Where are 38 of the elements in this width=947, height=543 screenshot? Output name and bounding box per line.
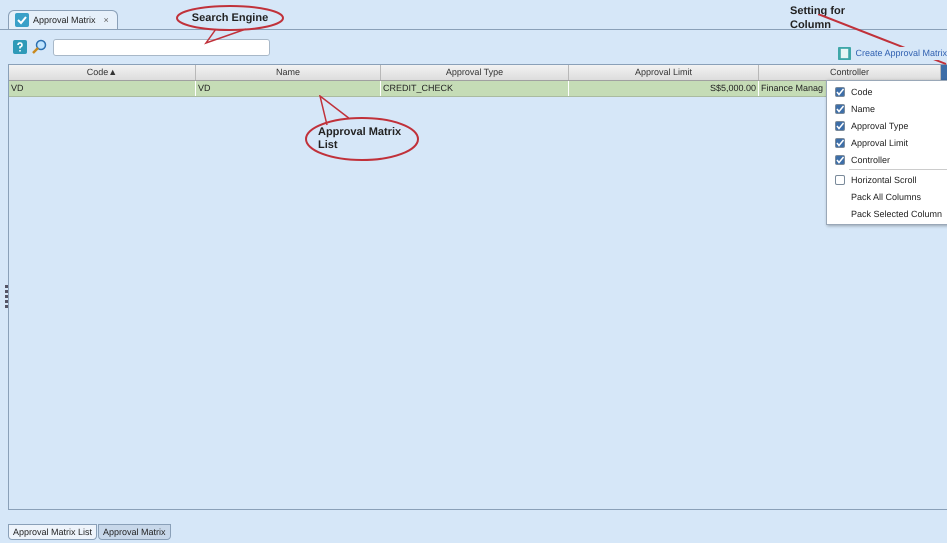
menu-item[interactable]: Name (827, 100, 947, 117)
search-icon[interactable] (31, 39, 47, 55)
column-header[interactable]: Approval Type (381, 65, 569, 80)
column-header[interactable]: Code▲ (9, 65, 196, 80)
help-icon[interactable] (13, 40, 27, 54)
column-header[interactable]: Name (196, 65, 381, 80)
bottom-tab[interactable]: Approval Matrix List (8, 524, 98, 540)
table-cell: VD (198, 83, 211, 93)
document-icon (838, 46, 852, 60)
search-field[interactable] (53, 38, 270, 56)
callout-text: Approval Matrix List (318, 126, 402, 152)
checkbox-icon[interactable] (835, 174, 845, 184)
callout-text: Search Engine (192, 12, 268, 24)
checkbox-icon[interactable] (835, 154, 845, 164)
table-cell: Finance Manag (761, 83, 824, 93)
menu-item[interactable]: Code (827, 83, 947, 100)
resize-grip-icon[interactable] (5, 285, 8, 308)
create-link[interactable]: Create Approval Matrix (838, 46, 947, 60)
menu-item[interactable]: Pack Selected Column (827, 205, 947, 222)
checkbox-icon[interactable] (835, 138, 845, 148)
tab-label: Approval Matrix (33, 15, 96, 25)
column-header[interactable]: Approval Limit (569, 65, 759, 80)
document-tab[interactable]: Approval Matrix × (8, 10, 118, 29)
menu-item[interactable]: Approval Type (827, 117, 947, 134)
table-cell: S$5,000.00 (710, 83, 756, 93)
menu-item[interactable]: Approval Limit (827, 134, 947, 151)
table-cell: VD (11, 83, 24, 93)
checkmark-icon (15, 13, 29, 27)
checkbox-icon[interactable] (835, 120, 845, 130)
annotation-text: Setting for Column (790, 5, 846, 32)
menu-item[interactable]: Controller (827, 151, 947, 168)
checkbox-icon[interactable] (835, 86, 845, 96)
bottom-tab[interactable]: Approval Matrix (98, 524, 171, 540)
table-cell: CREDIT_CHECK (383, 83, 454, 93)
close-button[interactable]: × (104, 15, 109, 25)
menu-item[interactable]: Pack All Columns (827, 188, 947, 205)
menu-item[interactable]: Horizontal Scroll (827, 171, 947, 188)
checkbox-icon[interactable] (835, 104, 845, 114)
